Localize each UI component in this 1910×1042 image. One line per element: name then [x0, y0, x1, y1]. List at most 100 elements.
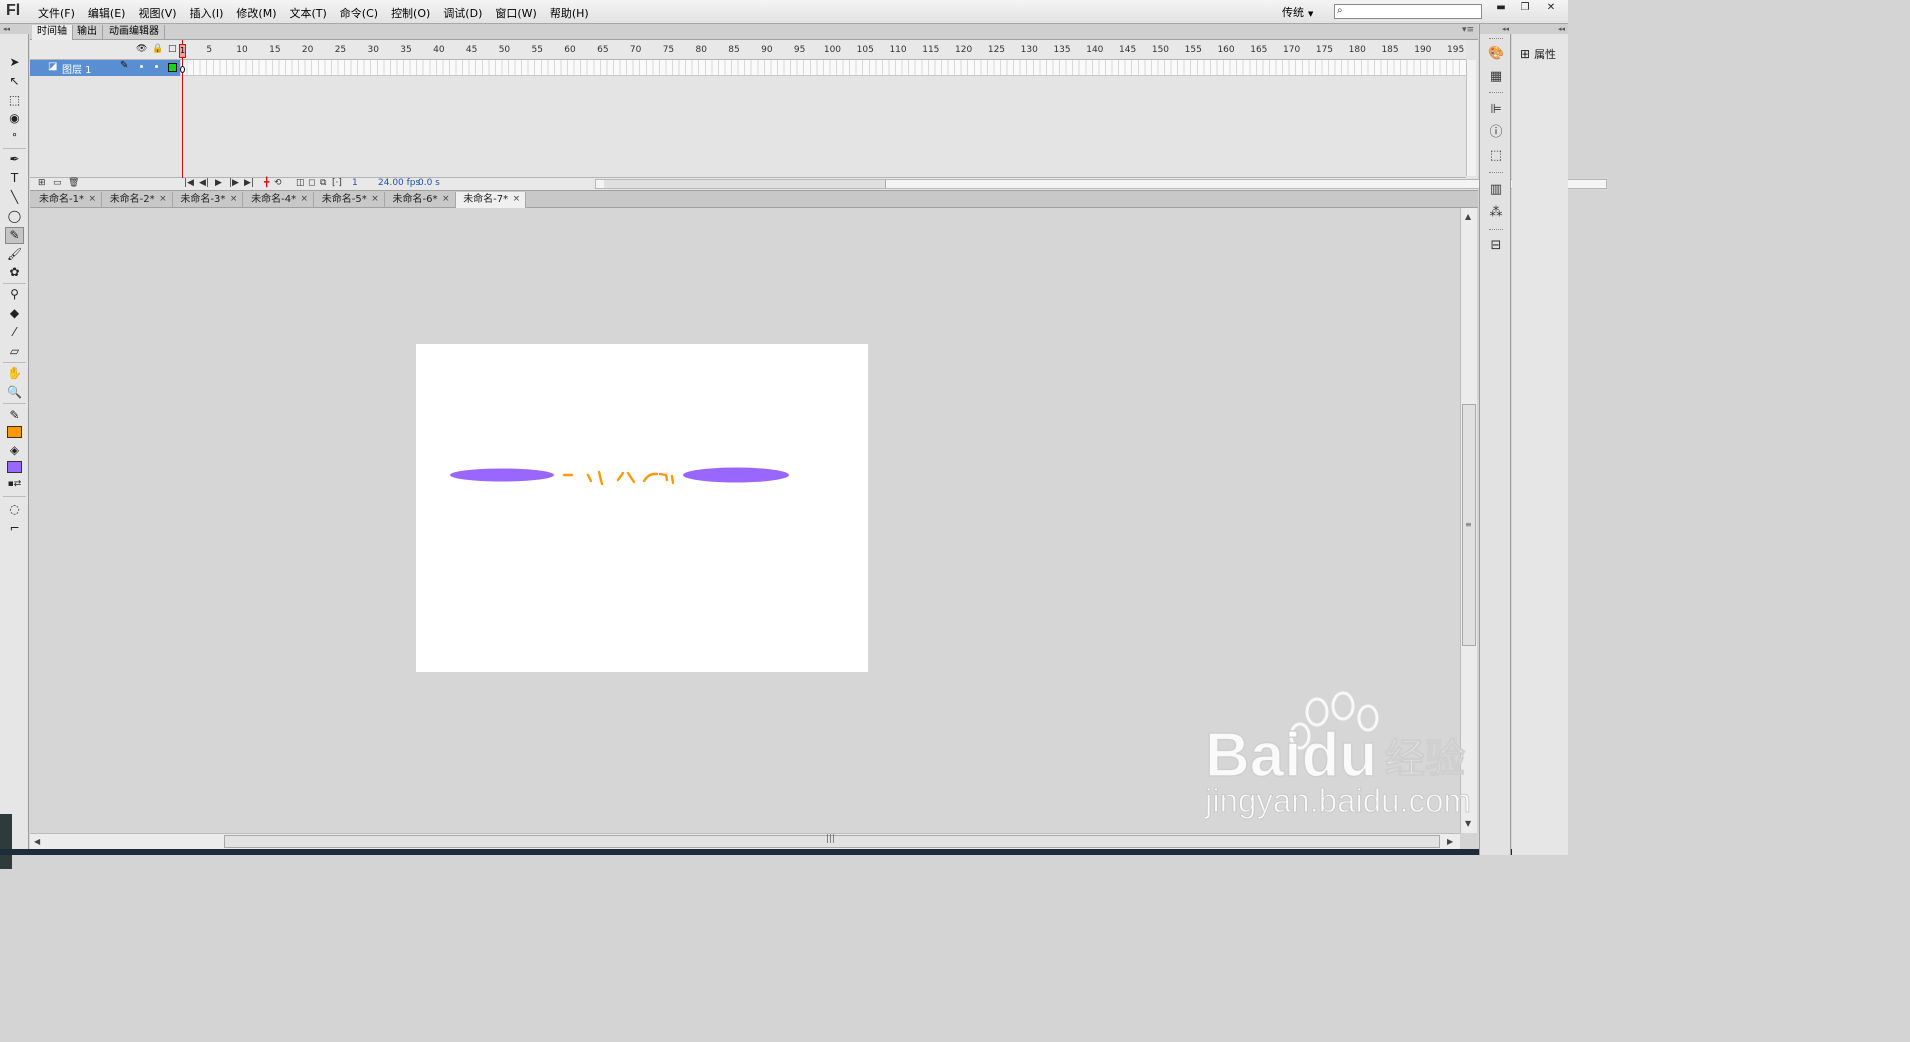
play-icon[interactable]: ▶: [215, 178, 222, 188]
onion-skin-icon[interactable]: ◫: [296, 178, 305, 188]
edit-multiple-icon[interactable]: ⧉: [320, 178, 326, 188]
stage-horizontal-scrollbar[interactable]: ◀ ||| ▶: [30, 833, 1460, 849]
eraser-tool-icon[interactable]: ▱: [5, 343, 24, 360]
menu-commands[interactable]: 命令(C): [336, 5, 382, 21]
panel-menu-icon[interactable]: ▾≡: [1462, 25, 1474, 35]
object-drawing-icon[interactable]: ◌: [5, 501, 24, 518]
timeline-scroll-thumb[interactable]: [604, 180, 886, 188]
tab-motion-editor[interactable]: 动画编辑器: [104, 25, 165, 40]
frame-rate[interactable]: 24.00 fps: [378, 178, 420, 188]
first-frame-icon[interactable]: |◀: [184, 178, 194, 188]
pencil-strokes[interactable]: [562, 470, 675, 486]
restore-button[interactable]: ❐: [1514, 2, 1536, 16]
close-tab-icon[interactable]: ×: [301, 192, 309, 207]
timeline-vertical-scrollbar[interactable]: [1466, 60, 1476, 176]
outline-color-box[interactable]: [168, 63, 177, 72]
collapse-properties-icon[interactable]: ◂◂: [1512, 24, 1568, 34]
scroll-up-icon[interactable]: ▲: [1465, 212, 1471, 221]
playhead[interactable]: 1: [179, 44, 186, 58]
menu-edit[interactable]: 编辑(E): [84, 5, 130, 21]
dock-grip[interactable]: [1489, 92, 1503, 94]
3d-rotation-tool-icon[interactable]: ◉: [5, 110, 24, 127]
eyedropper-tool-icon[interactable]: ⁄: [5, 324, 24, 341]
layer-row[interactable]: ◪ 图层 1 ✎: [30, 60, 180, 76]
free-transform-tool-icon[interactable]: ⬚: [5, 92, 24, 109]
dock-grip[interactable]: [1489, 229, 1503, 231]
pen-tool-icon[interactable]: ✒: [5, 151, 24, 168]
step-forward-icon[interactable]: |▶: [229, 178, 239, 188]
right-ellipse[interactable]: [683, 467, 789, 483]
document-tab[interactable]: 未命名-1* ×: [32, 192, 102, 208]
properties-panel-tab[interactable]: ⊞ 属性: [1520, 46, 1556, 62]
menu-view[interactable]: 视图(V): [134, 5, 180, 21]
bone-tool-icon[interactable]: ⚲: [5, 286, 24, 303]
document-tab[interactable]: 未命名-5* ×: [315, 192, 385, 208]
swatches-panel-icon[interactable]: ▦: [1488, 69, 1504, 85]
motion-presets-icon[interactable]: ⊟: [1488, 238, 1504, 254]
components-panel-icon[interactable]: ⁂: [1488, 205, 1504, 221]
lock-dot[interactable]: [155, 65, 158, 68]
menu-modify[interactable]: 修改(M): [232, 5, 280, 21]
document-tab[interactable]: 未命名-4* ×: [244, 192, 315, 208]
subselection-tool-icon[interactable]: ↖: [5, 73, 24, 90]
timeline-horizontal-scrollbar[interactable]: [595, 179, 1607, 189]
close-tab-icon[interactable]: ×: [442, 192, 450, 207]
menu-window[interactable]: 窗口(W): [491, 5, 540, 21]
visibility-dot[interactable]: [140, 65, 143, 68]
new-folder-icon[interactable]: ▭: [53, 178, 62, 188]
close-tab-icon[interactable]: ×: [230, 192, 238, 207]
oval-tool-icon[interactable]: ◯: [5, 208, 24, 225]
onion-outline-icon[interactable]: ◻: [308, 178, 315, 188]
menu-text[interactable]: 文本(T): [285, 5, 330, 21]
stage-vertical-scrollbar[interactable]: ▲ ≡ ▼: [1460, 208, 1477, 833]
loop-icon[interactable]: ⟲: [274, 178, 282, 188]
collapse-tools-icon[interactable]: ◂◂: [0, 24, 29, 34]
brush-tool-icon[interactable]: 🖌: [5, 246, 24, 263]
center-frame-icon[interactable]: ╋: [264, 178, 269, 188]
document-tab[interactable]: 未命名-3* ×: [173, 192, 244, 208]
color-panel-icon[interactable]: 🎨: [1488, 46, 1504, 62]
show-hide-layers-icon[interactable]: 👁: [136, 44, 147, 54]
menu-control[interactable]: 控制(O): [387, 5, 434, 21]
menu-file[interactable]: 文件(F): [34, 5, 79, 21]
scroll-right-icon[interactable]: ▶: [1447, 837, 1453, 846]
pencil-tool-icon[interactable]: ✎: [5, 227, 24, 244]
hand-tool-icon[interactable]: ✋: [5, 365, 24, 382]
document-tab[interactable]: 未命名-7* ×: [456, 192, 527, 208]
modify-markers-icon[interactable]: [·]: [332, 178, 342, 188]
menu-help[interactable]: 帮助(H): [546, 5, 593, 21]
document-tab[interactable]: 未命名-2* ×: [103, 192, 173, 208]
transform-panel-icon[interactable]: ⬚: [1488, 148, 1504, 164]
close-tab-icon[interactable]: ×: [513, 192, 521, 207]
snap-to-objects-icon[interactable]: ⌐: [5, 520, 24, 537]
lasso-tool-icon[interactable]: ᐤ: [5, 129, 24, 146]
dock-grip[interactable]: [1489, 38, 1503, 40]
workspace-switcher[interactable]: 传统 ▼: [1282, 4, 1313, 20]
stage-canvas[interactable]: [416, 344, 868, 672]
zoom-tool-icon[interactable]: 🔍: [5, 384, 24, 401]
text-tool-icon[interactable]: T: [5, 170, 24, 187]
close-tab-icon[interactable]: ×: [159, 192, 167, 207]
deco-tool-icon[interactable]: ✿: [5, 264, 24, 281]
frames-row[interactable]: [180, 60, 1466, 76]
last-frame-icon[interactable]: ▶|: [244, 178, 254, 188]
left-ellipse[interactable]: [450, 468, 554, 482]
info-panel-icon[interactable]: ⓘ: [1488, 125, 1504, 141]
step-back-icon[interactable]: ◀|: [199, 178, 209, 188]
tab-timeline[interactable]: 时间轴: [32, 25, 73, 40]
swap-colors-icon[interactable]: ▪⇄: [5, 476, 24, 493]
collapse-dock-icon[interactable]: ◂◂: [1480, 24, 1512, 34]
minimize-button[interactable]: ▬: [1490, 2, 1512, 16]
stroke-color-swatch[interactable]: [7, 426, 22, 438]
delete-layer-icon[interactable]: 🗑: [68, 178, 79, 188]
help-search-input[interactable]: ⌕: [1334, 4, 1482, 19]
outline-layers-icon[interactable]: □: [168, 44, 177, 54]
close-button[interactable]: ✕: [1540, 2, 1562, 16]
menu-debug[interactable]: 调试(D): [439, 5, 486, 21]
menu-insert[interactable]: 插入(I): [186, 5, 228, 21]
scroll-left-icon[interactable]: ◀: [34, 837, 40, 846]
selection-tool-icon[interactable]: ➤: [5, 54, 24, 71]
new-layer-icon[interactable]: ⊞: [38, 178, 46, 188]
paint-bucket-tool-icon[interactable]: ◆: [5, 305, 24, 322]
close-tab-icon[interactable]: ×: [88, 192, 96, 207]
